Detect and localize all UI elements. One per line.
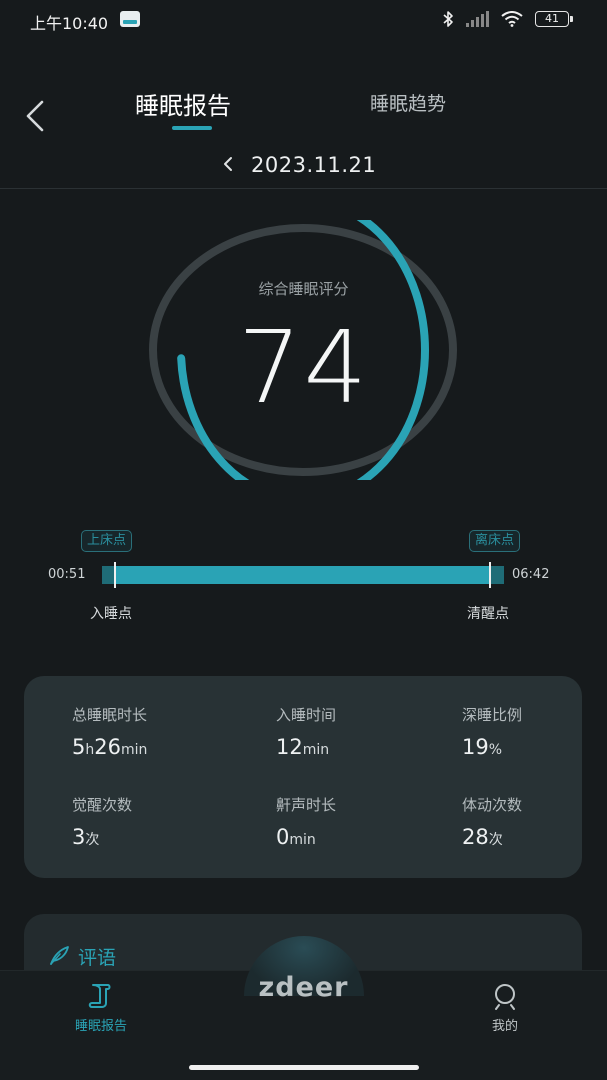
nav-item-mine[interactable]: 我的	[460, 982, 550, 1034]
tab-sleep-trend[interactable]: 睡眠趋势	[370, 89, 446, 116]
stat-item: 总睡眠时长 5h26min	[72, 704, 147, 759]
notification-app-icon	[120, 11, 140, 27]
bed-out-point-tag: 离床点	[469, 530, 521, 552]
stat-value: 0min	[276, 825, 336, 849]
stat-unit: h	[85, 742, 95, 758]
stat-value: 3次	[72, 825, 132, 849]
wake-marker	[489, 562, 491, 588]
tab-sleep-report[interactable]: 睡眠报告	[135, 86, 231, 121]
user-profile-icon	[495, 984, 515, 1010]
bed-in-point-tag: 上床点	[81, 530, 133, 552]
nav-item-sleep-report[interactable]: 睡眠报告	[56, 982, 146, 1034]
stat-label: 总睡眠时长	[72, 706, 148, 724]
comment-title: 评语	[78, 947, 117, 969]
stat-item: 觉醒次数 3次	[72, 794, 132, 849]
wake-label: 清醒点	[467, 606, 509, 622]
stat-value: 12min	[276, 735, 336, 759]
back-button[interactable]	[18, 96, 54, 136]
bed-out-time: 06:42	[512, 567, 550, 582]
nav-label-sleep-report: 睡眠报告	[74, 1019, 127, 1034]
stat-number: 12	[276, 735, 303, 759]
nav-label-mine: 我的	[491, 1019, 518, 1034]
stat-item: 体动次数 28次	[462, 794, 522, 849]
stat-label: 鼾声时长	[276, 796, 337, 814]
sleep-stats-card: 总睡眠时长 5h26min 入睡时间 12min 深睡比例 19% 觉醒次数 3次 鼾声时长 0m…	[24, 676, 582, 878]
stat-item: 深睡比例 19%	[462, 704, 522, 759]
stat-unit: %	[488, 742, 503, 758]
stat-label: 觉醒次数	[72, 796, 133, 814]
score-value: 74	[237, 309, 370, 426]
active-tab-indicator	[172, 126, 212, 130]
bluetooth-icon	[443, 11, 453, 27]
stat-label: 体动次数	[462, 796, 523, 814]
report-scroll-icon	[88, 984, 111, 1008]
status-time: 上午10:40	[30, 14, 109, 33]
stat-value: 5h26min	[72, 735, 147, 759]
previous-date-button[interactable]	[218, 152, 238, 176]
home-indicator[interactable]	[189, 1065, 419, 1070]
feather-icon	[50, 946, 69, 965]
header-divider	[0, 188, 607, 189]
stat-number: 26	[94, 735, 121, 759]
stat-number: 19	[462, 735, 489, 759]
stat-unit: min	[120, 742, 148, 758]
stat-number: 0	[276, 825, 290, 849]
stat-item: 入睡时间 12min	[276, 704, 336, 759]
stat-value: 28次	[462, 825, 522, 849]
report-date: 2023.11.21	[251, 153, 377, 177]
stat-number: 5	[72, 735, 86, 759]
score-label: 综合睡眠评分	[258, 280, 349, 298]
stat-label: 深睡比例	[462, 706, 523, 724]
stat-item: 鼾声时长 0min	[276, 794, 336, 849]
sleep-onset-marker	[114, 562, 116, 588]
stat-unit: min	[302, 742, 330, 758]
bed-in-time: 00:51	[48, 567, 86, 582]
sleep-report-screen: 上午10:40 41 睡眠报告 睡眠趋势 2023.11.21 综合睡眠评分 7…	[0, 0, 607, 1080]
status-bar: 上午10:40 41	[0, 0, 607, 40]
wifi-icon	[501, 11, 523, 27]
stat-number: 3	[72, 825, 86, 849]
timeline-postwake-segment	[490, 566, 504, 584]
stat-unit: 次	[85, 832, 100, 848]
sleep-timeline-bar	[102, 566, 504, 584]
sleep-onset-label: 入睡点	[90, 606, 132, 622]
battery-icon: 41	[535, 11, 573, 27]
stat-value: 19%	[462, 735, 522, 759]
stat-number: 28	[462, 825, 489, 849]
stat-unit: 次	[488, 832, 503, 848]
signal-icon	[466, 11, 489, 27]
stat-label: 入睡时间	[276, 706, 337, 724]
stat-unit: min	[289, 832, 316, 848]
status-icons: 41	[442, 10, 573, 28]
